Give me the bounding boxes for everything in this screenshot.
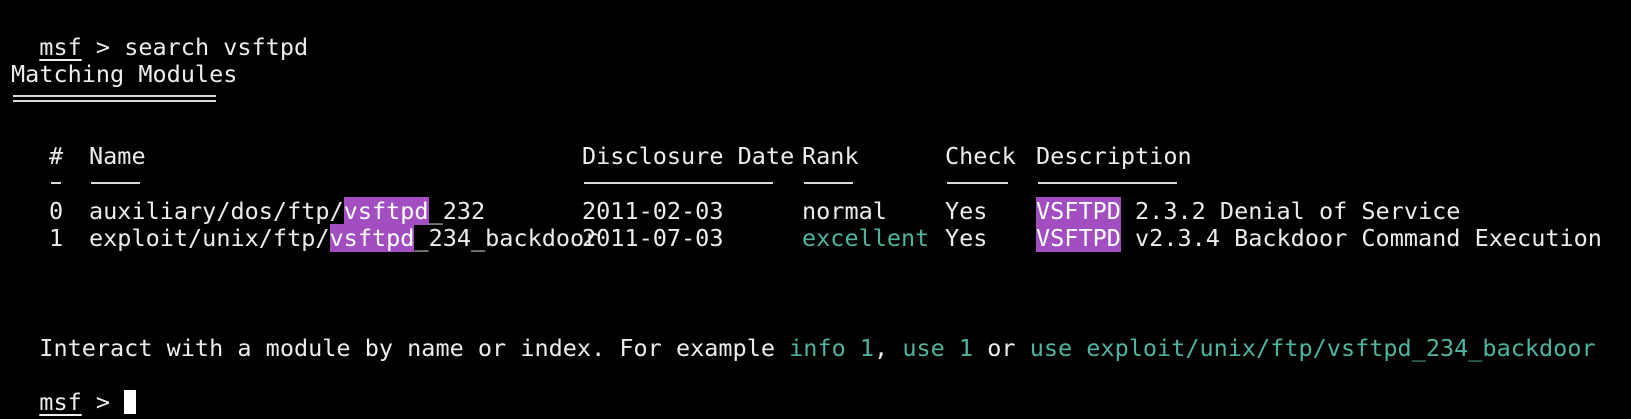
col-header-description: Description [1036, 142, 1192, 170]
hint-command-use-index[interactable]: use 1 [902, 334, 973, 362]
terminal-cursor[interactable] [124, 390, 137, 414]
col-header-date: Disclosure Date [582, 142, 795, 170]
description-text: v2.3.4 Backdoor Command Execution [1120, 224, 1602, 252]
col-header-num: # [49, 142, 64, 170]
check-value: Yes [945, 224, 988, 252]
disclosure-date: 2011-02-03 [582, 197, 724, 225]
hint-separator: , [874, 334, 903, 362]
description: VSFTPD 2.3.2 Denial of Service [1036, 197, 1460, 225]
hint-text: Interact with a module by name or index.… [39, 334, 790, 362]
prompt-label: msf [39, 33, 82, 61]
command-line: msf > search vsftpd [11, 5, 308, 61]
row-num: 1 [49, 224, 64, 252]
module-name-prefix: exploit/unix/ftp/ [89, 224, 330, 252]
hint-command-use-name[interactable]: use exploit/unix/ftp/vsftpd_234_backdoor [1030, 334, 1596, 362]
search-match-highlight: VSFTPD [1036, 197, 1121, 225]
prompt-separator: > [81, 33, 125, 61]
module-name-suffix: _234_backdoor [414, 224, 599, 252]
module-name-prefix: auxiliary/dos/ftp/ [89, 197, 344, 225]
hint-separator: or [973, 334, 1030, 362]
section-title-underline [13, 95, 216, 102]
description: VSFTPD v2.3.4 Backdoor Command Execution [1036, 224, 1602, 252]
search-match-highlight: vsftpd [343, 197, 429, 225]
col-underline-rank [804, 182, 853, 184]
hint-line: Interact with a module by name or index.… [11, 306, 1595, 362]
module-name[interactable]: exploit/unix/ftp/vsftpd_234_backdoor [89, 224, 598, 252]
col-underline-num [51, 182, 61, 184]
prompt-label: msf [39, 388, 82, 416]
module-name-suffix: _232 [428, 197, 486, 225]
hint-command-info[interactable]: info 1 [789, 334, 874, 362]
description-text: 2.3.2 Denial of Service [1120, 197, 1461, 225]
col-underline-description [1038, 182, 1177, 184]
col-header-check: Check [945, 142, 1016, 170]
command-text: search vsftpd [124, 33, 309, 61]
col-header-name: Name [89, 142, 146, 170]
search-match-highlight: vsftpd [329, 224, 415, 252]
rank-value: excellent [802, 224, 930, 252]
input-line[interactable]: msf > [11, 360, 137, 416]
col-underline-name [91, 182, 140, 184]
module-name[interactable]: auxiliary/dos/ftp/vsftpd_232 [89, 197, 485, 225]
col-underline-date [584, 182, 773, 184]
col-underline-check [947, 182, 1008, 184]
section-title: Matching Modules [11, 60, 238, 88]
disclosure-date: 2011-07-03 [582, 224, 724, 252]
rank-value: normal [802, 197, 887, 225]
check-value: Yes [945, 197, 988, 225]
search-match-highlight: VSFTPD [1036, 224, 1121, 252]
col-header-rank: Rank [802, 142, 859, 170]
prompt-separator: > [81, 388, 125, 416]
row-num: 0 [49, 197, 64, 225]
